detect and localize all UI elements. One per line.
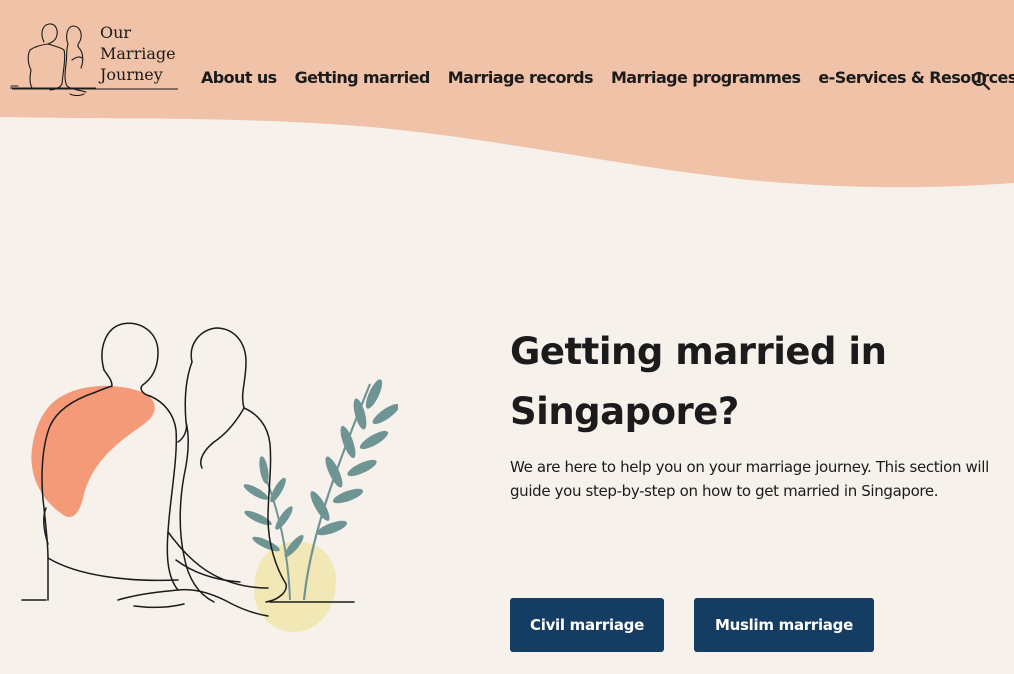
search-button[interactable] bbox=[970, 70, 992, 92]
logo-line-1: Our bbox=[100, 23, 132, 42]
logo-underline bbox=[12, 88, 178, 90]
hero-description: We are here to help you on your marriage… bbox=[510, 458, 989, 500]
orange-accent-shape bbox=[31, 385, 155, 518]
yellow-accent-shape bbox=[254, 541, 336, 632]
main-nav: About us Getting married Marriage record… bbox=[201, 68, 1014, 87]
search-icon bbox=[972, 72, 991, 91]
muslim-marriage-button[interactable]: Muslim marriage bbox=[694, 598, 874, 652]
page: Our Marriage Journey About us Getting ma… bbox=[0, 0, 1014, 674]
logo-line-2: Marriage bbox=[100, 44, 176, 63]
page-title-line-1: Getting married in bbox=[510, 330, 887, 373]
nav-item-about-us[interactable]: About us bbox=[201, 68, 277, 87]
page-title: Getting married in Singapore? bbox=[510, 322, 990, 442]
nav-item-marriage-programmes[interactable]: Marriage programmes bbox=[611, 68, 801, 87]
nav-item-getting-married[interactable]: Getting married bbox=[295, 68, 431, 87]
site-logo[interactable]: Our Marriage Journey bbox=[10, 20, 185, 100]
page-title-line-2: Singapore? bbox=[510, 390, 739, 433]
couple-sitting-illustration bbox=[21, 322, 398, 632]
nav-item-marriage-records[interactable]: Marriage records bbox=[448, 68, 594, 87]
logo-text: Our Marriage Journey bbox=[100, 22, 176, 85]
civil-marriage-button[interactable]: Civil marriage bbox=[510, 598, 664, 652]
logo-line-3: Journey bbox=[100, 65, 163, 84]
